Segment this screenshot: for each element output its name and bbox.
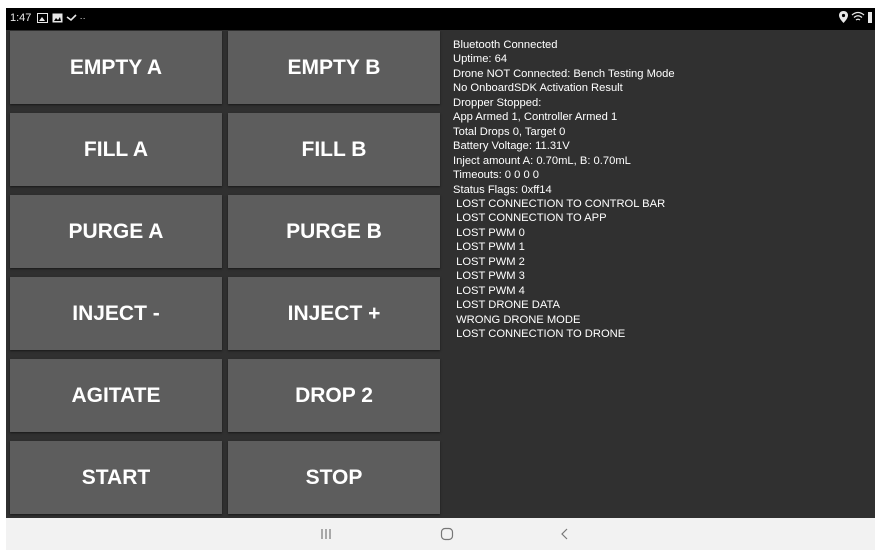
status-bar: 1:47 ··: [6, 8, 875, 30]
app-screen: 1:47 ·· EMPTY A EMPTY B FILL A FILL B PU…: [6, 8, 875, 550]
check-icon: [66, 14, 77, 22]
image-icon: [37, 13, 49, 24]
inject-plus-button[interactable]: INJECT +: [228, 277, 440, 350]
status-line-lost-drone: LOST CONNECTION TO DRONE: [453, 328, 626, 341]
fill-b-button[interactable]: FILL B: [228, 113, 440, 186]
status-bar-right: [838, 11, 872, 24]
empty-a-button[interactable]: EMPTY A: [10, 31, 222, 104]
status-time: 1:47: [10, 12, 32, 24]
status-line-lost-pwm-3: LOST PWM 3: [453, 270, 525, 283]
status-line-inject-amount: Inject amount A: 0.70mL, B: 0.70mL: [453, 154, 631, 167]
status-line-lost-pwm-1: LOST PWM 1: [453, 241, 525, 254]
status-line-wrong-mode: WRONG DRONE MODE: [453, 313, 581, 326]
battery-icon: [868, 12, 872, 24]
status-line-drops: Total Drops 0, Target 0: [453, 125, 566, 138]
status-line-lost-control-bar: LOST CONNECTION TO CONTROL BAR: [453, 197, 666, 210]
purge-a-button[interactable]: PURGE A: [10, 195, 222, 268]
status-line-lost-pwm-2: LOST PWM 2: [453, 255, 525, 268]
navigation-bar: [6, 518, 875, 550]
status-log: Bluetooth Connected Uptime: 64 Drone NOT…: [453, 38, 868, 342]
back-icon[interactable]: [550, 524, 580, 544]
start-button[interactable]: START: [10, 441, 222, 514]
status-line-sdk-activation: No OnboardSDK Activation Result: [453, 82, 623, 95]
status-line-battery: Battery Voltage: 11.31V: [453, 140, 570, 153]
status-line-armed: App Armed 1, Controller Armed 1: [453, 111, 618, 124]
photo-icon: [52, 13, 63, 23]
empty-b-button[interactable]: EMPTY B: [228, 31, 440, 104]
status-line-dropper: Dropper Stopped:: [453, 96, 542, 109]
status-line-flags: Status Flags: 0xff14: [453, 183, 552, 196]
recent-apps-icon[interactable]: [311, 524, 341, 544]
status-line-uptime: Uptime: 64: [453, 53, 508, 66]
status-line-lost-drone-data: LOST DRONE DATA: [453, 299, 560, 312]
fill-a-button[interactable]: FILL A: [10, 113, 222, 186]
drop-2-button[interactable]: DROP 2: [228, 359, 440, 432]
purge-b-button[interactable]: PURGE B: [228, 195, 440, 268]
status-line-bluetooth: Bluetooth Connected: [453, 39, 558, 51]
wifi-icon: [851, 11, 865, 21]
status-line-lost-pwm-4: LOST PWM 4: [453, 284, 525, 297]
agitate-button[interactable]: AGITATE: [10, 359, 222, 432]
location-icon: [838, 11, 848, 24]
status-line-timeouts: Timeouts: 0 0 0 0: [453, 169, 540, 182]
stop-button[interactable]: STOP: [228, 441, 440, 514]
status-line-lost-app: LOST CONNECTION TO APP: [453, 212, 607, 225]
status-line-drone-connection: Drone NOT Connected: Bench Testing Mode: [453, 67, 675, 80]
home-icon[interactable]: [432, 524, 462, 544]
status-bar-left: 1:47 ··: [10, 12, 89, 24]
more-dots-icon: ··: [79, 13, 86, 24]
inject-minus-button[interactable]: INJECT -: [10, 277, 222, 350]
status-line-lost-pwm-0: LOST PWM 0: [453, 226, 525, 239]
control-button-grid: EMPTY A EMPTY B FILL A FILL B PURGE A PU…: [10, 31, 442, 514]
